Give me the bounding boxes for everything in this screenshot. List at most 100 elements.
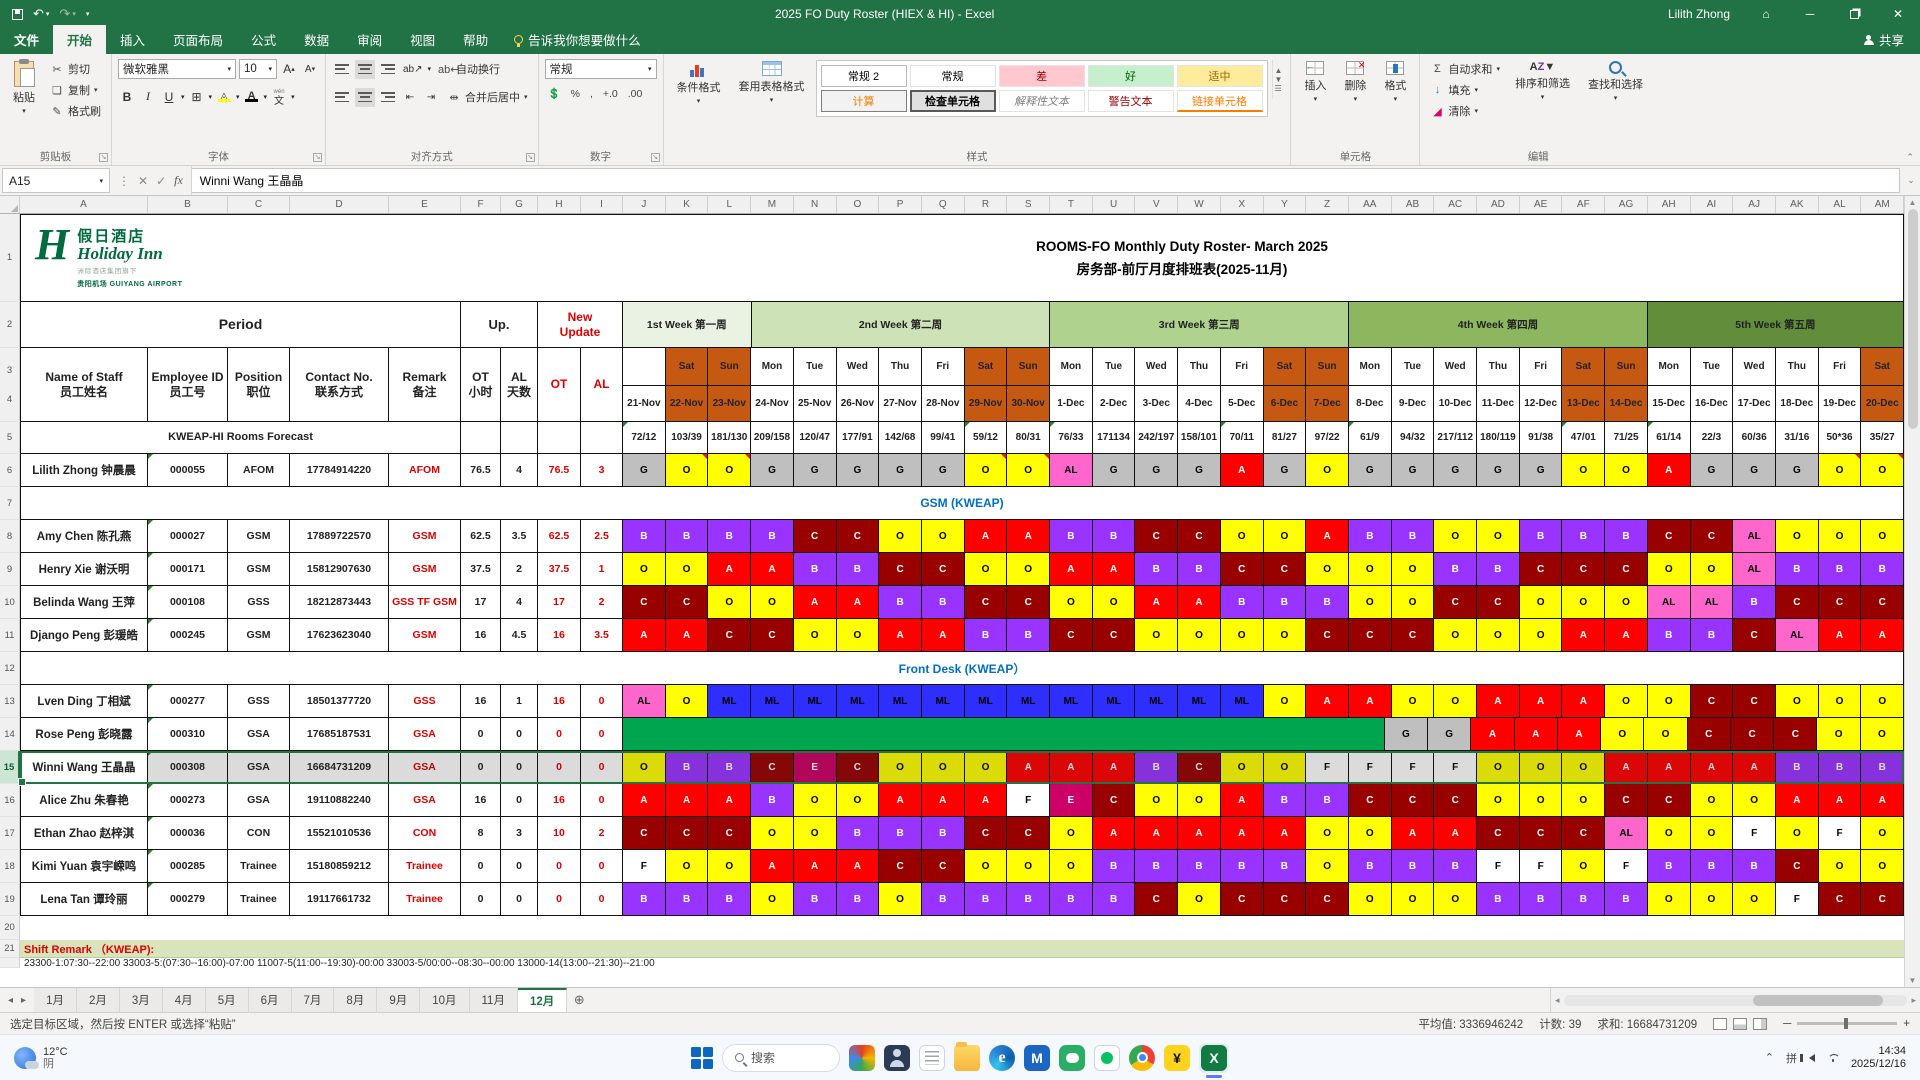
staff-name-cell[interactable]: Winni Wang 王晶晶 xyxy=(20,751,148,784)
edge-browser-icon[interactable] xyxy=(989,1045,1015,1071)
shift-cell-G[interactable]: G xyxy=(1477,454,1520,487)
row-header-16[interactable]: 16 xyxy=(0,784,20,817)
shift-cell-C[interactable]: C xyxy=(922,850,965,883)
row-header-15[interactable]: 15 xyxy=(0,751,20,784)
shift-cell-O[interactable]: O xyxy=(1601,718,1644,751)
staff-name-cell[interactable]: Henry Xie 谢沃明 xyxy=(20,553,148,586)
shift-cell-O[interactable]: O xyxy=(1050,586,1093,619)
shift-cell-F[interactable]: F xyxy=(1733,817,1776,850)
shift-cell-O[interactable]: O xyxy=(1178,784,1221,817)
number-dialog-launcher-icon[interactable]: ↘ xyxy=(651,153,660,162)
column-header-AA[interactable]: AA xyxy=(1349,196,1392,213)
shift-cell-B[interactable]: B xyxy=(1392,850,1435,883)
shift-cell-O[interactable]: O xyxy=(1221,520,1264,553)
row-header-7[interactable]: 7 xyxy=(0,487,20,520)
row-header-6[interactable]: 6 xyxy=(0,454,20,487)
shift-cell-C[interactable]: C xyxy=(922,553,965,586)
shift-cell-O[interactable]: O xyxy=(1562,850,1605,883)
shift-cell-B[interactable]: B xyxy=(922,883,965,916)
shift-cell-F[interactable]: F xyxy=(1819,817,1862,850)
al-update-cell[interactable]: 2.5 xyxy=(581,520,623,553)
weather-widget[interactable]: 12°C 阴 xyxy=(0,1046,82,1070)
row-header-20[interactable]: 20 xyxy=(0,916,20,940)
contact-cell[interactable]: 15521010536 xyxy=(290,817,389,850)
shift-cell-C[interactable]: C xyxy=(1774,718,1817,751)
shift-cell-F[interactable]: F xyxy=(1477,850,1520,883)
shift-cell-O[interactable]: O xyxy=(794,817,837,850)
shift-cell-O[interactable]: O xyxy=(1434,520,1477,553)
shift-cell-A[interactable]: A xyxy=(1349,685,1392,718)
row-header-21[interactable]: 21 xyxy=(0,940,20,958)
remark-cell[interactable]: GSM xyxy=(389,520,461,553)
shift-cell-A[interactable]: A xyxy=(879,784,922,817)
shift-cell-ML[interactable]: ML xyxy=(879,685,922,718)
font-size-select[interactable]: 10▾ xyxy=(239,59,277,79)
borders-button[interactable]: ⊞ xyxy=(188,87,206,106)
shift-cell-G[interactable]: G xyxy=(1733,454,1776,487)
gallery-scroll-arrows[interactable]: ▲▼☰ xyxy=(1272,60,1285,99)
shift-cell-C[interactable]: C xyxy=(751,751,794,784)
shift-cell-F[interactable]: F xyxy=(1306,751,1349,784)
shift-cell-O[interactable]: O xyxy=(1349,586,1392,619)
shift-cell-B[interactable]: B xyxy=(1264,784,1307,817)
shift-cell-A[interactable]: A xyxy=(1861,784,1904,817)
shift-cell-A[interactable]: A xyxy=(1605,751,1648,784)
shift-cell-C[interactable]: C xyxy=(1264,883,1307,916)
shift-cell-C[interactable]: C xyxy=(1349,784,1392,817)
shift-cell-O[interactable]: O xyxy=(1264,751,1307,784)
shift-cell-O[interactable]: O xyxy=(1776,520,1819,553)
shift-cell-ML[interactable]: ML xyxy=(794,685,837,718)
remark-cell[interactable]: GSA xyxy=(389,718,461,751)
employee-id-cell[interactable]: 000245 xyxy=(148,619,228,652)
contact-cell[interactable]: 17685187531 xyxy=(290,718,389,751)
sheet-tab-4月[interactable]: 4月 xyxy=(163,988,206,1012)
ribbon-tab-开始[interactable]: 开始 xyxy=(53,25,106,54)
shift-cell-B[interactable]: B xyxy=(1776,751,1819,784)
restore-button[interactable] xyxy=(1832,0,1876,28)
position-cell[interactable]: GSA xyxy=(228,751,290,784)
cell-style-警告文本[interactable]: 警告文本 xyxy=(1088,90,1174,112)
al-update-cell[interactable]: 3.5 xyxy=(581,619,623,652)
ot-update-cell[interactable]: 37.5 xyxy=(538,553,581,586)
remark-cell[interactable]: GSA xyxy=(389,751,461,784)
shift-cell-C[interactable]: C xyxy=(1477,817,1520,850)
collapse-ribbon-icon[interactable]: ⌃ xyxy=(1906,152,1914,163)
shift-cell-O[interactable]: O xyxy=(1264,520,1307,553)
cell-style-计算[interactable]: 计算 xyxy=(821,90,907,112)
employee-id-cell[interactable]: 000055 xyxy=(148,454,228,487)
remark-cell[interactable]: GSM xyxy=(389,619,461,652)
shift-cell-A[interactable]: A xyxy=(922,784,965,817)
row-header-10[interactable]: 10 xyxy=(0,586,20,619)
remark-cell[interactable]: Trainee xyxy=(389,850,461,883)
cancel-entry-icon[interactable]: ✕ xyxy=(138,174,148,188)
shift-cell-O[interactable]: O xyxy=(1819,454,1862,487)
shift-cell-A[interactable]: A xyxy=(1135,817,1178,850)
ribbon-tab-审阅[interactable]: 审阅 xyxy=(343,25,396,54)
column-header-K[interactable]: K xyxy=(666,196,709,213)
close-button[interactable]: ✕ xyxy=(1876,0,1920,28)
shift-cell-O[interactable]: O xyxy=(794,784,837,817)
shift-cell-C[interactable]: C xyxy=(837,751,880,784)
column-header-O[interactable]: O xyxy=(837,196,880,213)
shift-cell-O[interactable]: O xyxy=(1349,883,1392,916)
shift-cell-A[interactable]: A xyxy=(1471,718,1514,751)
contact-cell[interactable]: 19117661732 xyxy=(290,883,389,916)
shift-cell-C[interactable]: C xyxy=(1007,586,1050,619)
column-header-AJ[interactable]: AJ xyxy=(1733,196,1776,213)
shift-cell-ML[interactable]: ML xyxy=(922,685,965,718)
column-header-AK[interactable]: AK xyxy=(1776,196,1819,213)
shift-cell-A[interactable]: A xyxy=(965,784,1008,817)
alignment-dialog-launcher-icon[interactable]: ↘ xyxy=(526,153,535,162)
shift-cell-B[interactable]: B xyxy=(1135,553,1178,586)
sheet-tab-5月[interactable]: 5月 xyxy=(206,988,249,1012)
shift-cell-C[interactable]: C xyxy=(965,817,1008,850)
ot-hours-cell[interactable]: 0 xyxy=(461,751,501,784)
taskbar-clock[interactable]: 14:34 2025/12/16 xyxy=(1851,1045,1906,1070)
format-painter-button[interactable]: ✎格式刷 xyxy=(46,101,105,121)
column-header-J[interactable]: J xyxy=(623,196,666,213)
column-header-E[interactable]: E xyxy=(389,196,461,213)
shift-cell-O[interactable]: O xyxy=(1562,751,1605,784)
column-header-AB[interactable]: AB xyxy=(1392,196,1435,213)
shift-cell-O[interactable]: O xyxy=(1349,817,1392,850)
shift-cell-B[interactable]: B xyxy=(1135,850,1178,883)
